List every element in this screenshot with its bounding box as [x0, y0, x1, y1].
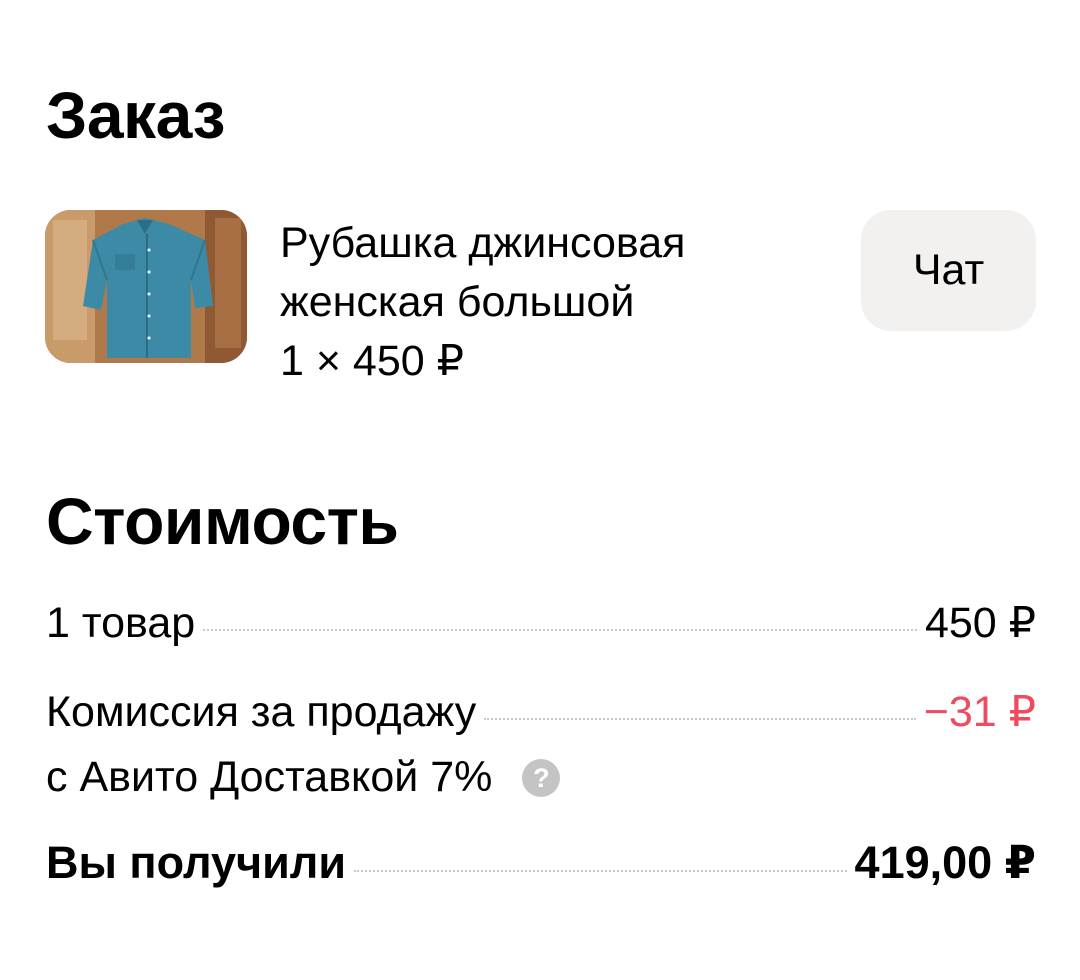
total-row: Вы получили 419,00 ₽	[46, 833, 1036, 892]
commission-label-line2-wrap: с Авито Доставкой 7% ?	[46, 748, 561, 807]
dotted-leader	[354, 870, 847, 872]
chat-button[interactable]: Чат	[861, 210, 1036, 331]
commission-row: Комиссия за продажу −31 ₽	[46, 683, 1036, 742]
total-amount: 419,00 ₽	[854, 837, 1036, 888]
cost-title: Стоимость	[46, 484, 399, 558]
total-label: Вы получили	[46, 837, 347, 888]
commission-label-line2: с Авито Доставкой 7%	[46, 753, 493, 801]
product-image[interactable]	[45, 210, 247, 363]
product-name-line2: женская большой	[280, 278, 635, 326]
order-title: Заказ	[46, 78, 225, 152]
commission-amount: −31 ₽	[923, 688, 1036, 736]
product-name-line1: Рубашка джинсовая	[280, 219, 686, 267]
items-amount: 450 ₽	[924, 599, 1036, 647]
shirt-photo	[45, 210, 247, 363]
items-label: 1 товар	[46, 599, 196, 647]
question-circle-icon[interactable]: ?	[522, 758, 561, 797]
product-quantity-price: 1 × 450 ₽	[280, 337, 464, 385]
dotted-leader	[203, 629, 917, 631]
items-row: 1 товар 450 ₽	[46, 594, 1036, 653]
dotted-leader	[484, 718, 916, 720]
product-info[interactable]: Рубашка джинсовая женская большой 1 × 45…	[280, 214, 800, 391]
commission-label-line1: Комиссия за продажу	[46, 688, 477, 736]
